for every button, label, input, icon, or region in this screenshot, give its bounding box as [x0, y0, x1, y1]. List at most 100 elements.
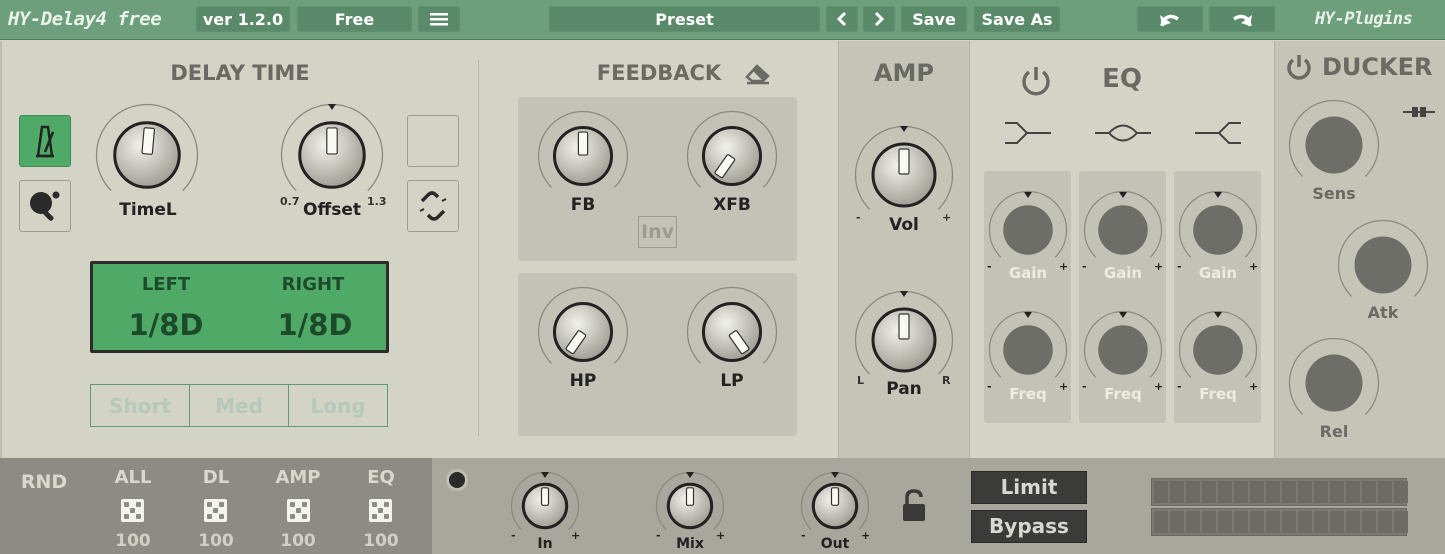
rnd-dl-value: 100	[198, 531, 234, 551]
redo-icon	[1233, 14, 1252, 27]
delay-time-title: DELAY TIME	[170, 61, 310, 85]
meter-segment	[1298, 481, 1312, 503]
eq-mid-gain-knob[interactable]	[1083, 190, 1163, 270]
meter-segment	[1186, 481, 1200, 503]
range-med-button[interactable]: Med	[189, 384, 289, 427]
rnd-amp-value: 100	[280, 531, 316, 551]
undo-button[interactable]	[1137, 6, 1203, 32]
in-knob-label: In	[537, 536, 553, 552]
meter-segment	[1346, 511, 1360, 533]
meter-segment	[1154, 481, 1168, 503]
tier-button[interactable]: Free	[297, 6, 412, 32]
hp-knob-graphic	[537, 286, 629, 364]
lp-knob[interactable]	[686, 286, 778, 378]
atk-knob[interactable]	[1337, 219, 1429, 311]
offset-knob-graphic	[280, 103, 384, 192]
eq-high-freq-knob-graphic	[1178, 310, 1258, 378]
right-value: 1/8D	[277, 308, 353, 342]
meter-segment	[1378, 511, 1392, 533]
rel-knob[interactable]	[1288, 337, 1380, 429]
sync-toggle[interactable]	[19, 115, 71, 167]
meter-segment	[1170, 481, 1184, 503]
meter-segment	[1266, 511, 1280, 533]
empty-toggle[interactable]	[407, 115, 459, 167]
power-icon	[1022, 67, 1050, 96]
fb-knob[interactable]	[537, 110, 629, 202]
low-shelf-icon[interactable]	[1003, 118, 1053, 148]
eq-high-freq-label: Freq	[1199, 385, 1237, 403]
meter-segment	[1186, 511, 1200, 533]
meter-segment	[1170, 511, 1184, 533]
sidechain-plug-icon[interactable]	[1402, 104, 1436, 120]
ducker-power-button[interactable]	[1284, 52, 1314, 82]
unlink-toggle[interactable]	[407, 180, 459, 232]
fb-knob-label: FB	[570, 195, 596, 215]
pan-knob-label: Pan	[886, 379, 922, 399]
preset-selector[interactable]: Preset	[549, 6, 820, 32]
eq-title: EQ	[1102, 64, 1142, 94]
meter-segment	[1394, 481, 1408, 503]
rnd-all-dice-icon[interactable]	[121, 499, 144, 522]
redo-button[interactable]	[1209, 6, 1275, 32]
eq-low-gain-knob[interactable]	[988, 190, 1068, 270]
eq-power-button[interactable]	[1018, 62, 1054, 98]
version-button[interactable]: ver 1.2.0	[196, 6, 290, 32]
peak-filter-icon[interactable]	[1093, 118, 1153, 148]
hp-knob[interactable]	[537, 286, 629, 378]
vol-plus-label: +	[942, 211, 952, 224]
rnd-eq-label: EQ	[367, 467, 395, 488]
minus-label: -	[511, 529, 516, 542]
save-button[interactable]: Save	[901, 6, 967, 32]
out-knob[interactable]	[800, 471, 870, 541]
high-shelf-icon[interactable]	[1193, 118, 1243, 148]
rel-knob-graphic	[1288, 337, 1380, 415]
ping-pong-toggle[interactable]	[19, 180, 71, 232]
oversample-toggle[interactable]	[446, 469, 468, 491]
save-as-button[interactable]: Save As	[974, 6, 1060, 32]
lock-icon[interactable]	[900, 488, 928, 524]
invert-button[interactable]: Inv	[638, 216, 677, 248]
plugin-logo: HY-Delay4 free	[8, 8, 162, 30]
time-knob[interactable]	[95, 103, 199, 207]
atk-knob-label: Atk	[1367, 303, 1399, 322]
meter-segment	[1298, 511, 1312, 533]
range-long-button[interactable]: Long	[288, 384, 388, 427]
limit-button[interactable]: Limit	[971, 471, 1087, 504]
rnd-all-value: 100	[115, 531, 151, 551]
eq-high-gain-knob[interactable]	[1178, 190, 1258, 270]
out-knob-graphic	[800, 471, 870, 531]
eq-low-freq-knob[interactable]	[988, 310, 1068, 390]
preset-prev-button[interactable]	[826, 6, 858, 32]
plus-label: +	[1249, 260, 1259, 273]
preset-next-button[interactable]	[863, 6, 895, 32]
power-icon	[1287, 55, 1311, 80]
meter-segment	[1282, 511, 1296, 533]
in-knob[interactable]	[510, 471, 580, 541]
menu-button[interactable]	[418, 6, 460, 32]
vol-knob[interactable]	[854, 125, 954, 225]
rnd-amp-dice-icon[interactable]	[287, 499, 310, 522]
left-label: LEFT	[141, 274, 191, 295]
top-bar: HY-Delay4 free ver 1.2.0 Free Preset Sav…	[0, 0, 1445, 40]
eq-low-gain-label: Gain	[1008, 264, 1048, 282]
plus-label: +	[716, 529, 726, 542]
pan-knob[interactable]	[854, 290, 954, 390]
offset-knob[interactable]	[280, 103, 384, 207]
minus-label: -	[1082, 380, 1087, 393]
eraser-button[interactable]	[742, 60, 772, 86]
lp-knob-label: LP	[720, 371, 744, 391]
mix-knob[interactable]	[655, 471, 725, 541]
minus-label: -	[1177, 260, 1182, 273]
out-knob-label: Out	[820, 536, 850, 552]
rnd-eq-dice-icon[interactable]	[369, 499, 392, 522]
eq-mid-freq-knob[interactable]	[1083, 310, 1163, 390]
plus-label: +	[1059, 260, 1069, 273]
xfb-knob[interactable]	[686, 110, 778, 202]
meter-segment	[1330, 511, 1344, 533]
eq-high-freq-knob[interactable]	[1178, 310, 1258, 390]
rnd-dl-dice-icon[interactable]	[204, 499, 227, 522]
vol-knob-label: Vol	[889, 215, 919, 235]
sens-knob[interactable]	[1288, 99, 1380, 191]
range-short-button[interactable]: Short	[90, 384, 190, 427]
bypass-button[interactable]: Bypass	[971, 510, 1087, 543]
